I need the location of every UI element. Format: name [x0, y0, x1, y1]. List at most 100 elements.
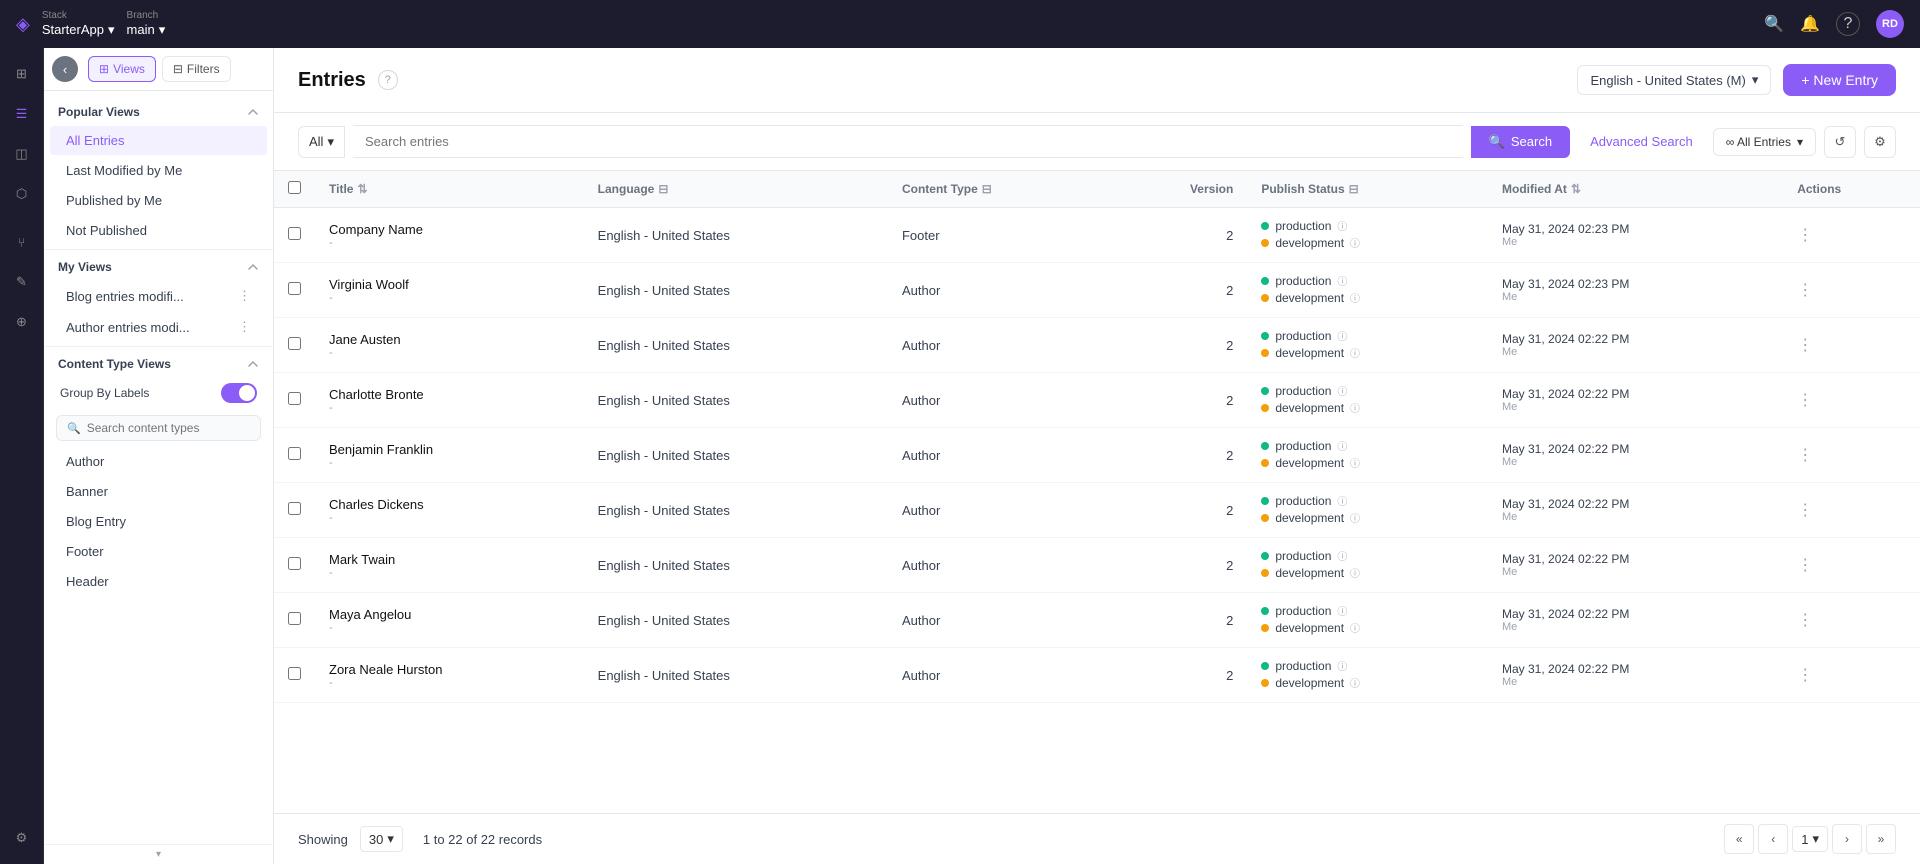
prev-page-button[interactable]: ‹: [1758, 824, 1788, 854]
current-page-display[interactable]: 1 ▾: [1792, 826, 1828, 852]
content-type-blog-entry[interactable]: Blog Entry: [50, 507, 267, 536]
content-type-banner[interactable]: Banner: [50, 477, 267, 506]
first-page-button[interactable]: «: [1724, 824, 1754, 854]
branch-name[interactable]: main ▾: [127, 22, 166, 38]
development-info-icon-6[interactable]: ⓘ: [1350, 565, 1360, 580]
my-view-item-2[interactable]: Author entries modi... ⋮: [50, 312, 267, 342]
filters-button[interactable]: ⊟ Filters: [162, 56, 231, 82]
views-button[interactable]: ⊞ Views: [88, 56, 156, 82]
search-input[interactable]: [353, 125, 1463, 158]
row-checkbox-7[interactable]: [288, 612, 301, 625]
sidebar-icon-edit[interactable]: ✎: [4, 264, 40, 300]
development-info-icon-2[interactable]: ⓘ: [1350, 345, 1360, 360]
entry-title-5[interactable]: Charles Dickens: [329, 497, 570, 512]
development-info-icon-3[interactable]: ⓘ: [1350, 400, 1360, 415]
row-checkbox-1[interactable]: [288, 282, 301, 295]
nav-item-last-modified[interactable]: Last Modified by Me: [50, 156, 267, 185]
content-type-header[interactable]: Header: [50, 567, 267, 596]
entry-title-8[interactable]: Zora Neale Hurston: [329, 662, 570, 677]
popular-views-section-header[interactable]: Popular Views: [44, 99, 273, 125]
content-type-filter-icon[interactable]: ⊟: [982, 182, 992, 196]
entry-title-3[interactable]: Charlotte Bronte: [329, 387, 570, 402]
row-action-menu-5[interactable]: ⋮: [1797, 502, 1813, 519]
sidebar-icon-plugin[interactable]: ⊕: [4, 304, 40, 340]
sidebar-icon-settings[interactable]: ⚙: [4, 820, 40, 856]
row-action-menu-8[interactable]: ⋮: [1797, 667, 1813, 684]
row-action-menu-4[interactable]: ⋮: [1797, 447, 1813, 464]
production-info-icon-7[interactable]: ⓘ: [1337, 603, 1347, 618]
row-action-menu-6[interactable]: ⋮: [1797, 557, 1813, 574]
row-action-menu-7[interactable]: ⋮: [1797, 612, 1813, 629]
row-checkbox-8[interactable]: [288, 667, 301, 680]
back-button[interactable]: ‹: [52, 56, 78, 82]
entry-title-1[interactable]: Virginia Woolf: [329, 277, 570, 292]
select-all-checkbox[interactable]: [288, 181, 301, 194]
development-info-icon-7[interactable]: ⓘ: [1350, 620, 1360, 635]
nav-item-published-by-me[interactable]: Published by Me: [50, 186, 267, 215]
sidebar-icon-branch[interactable]: ⑂: [4, 224, 40, 260]
production-info-icon-8[interactable]: ⓘ: [1337, 658, 1347, 673]
production-info-icon-1[interactable]: ⓘ: [1337, 273, 1347, 288]
row-action-menu-2[interactable]: ⋮: [1797, 337, 1813, 354]
row-checkbox-5[interactable]: [288, 502, 301, 515]
my-view-more-icon-1[interactable]: ⋮: [238, 288, 251, 304]
advanced-search-button[interactable]: Advanced Search: [1578, 127, 1705, 156]
all-entries-dropdown[interactable]: ∞ All Entries ▾: [1713, 128, 1816, 156]
modified-sort-icon[interactable]: ⇅: [1571, 182, 1581, 196]
development-info-icon-5[interactable]: ⓘ: [1350, 510, 1360, 525]
avatar[interactable]: RD: [1876, 10, 1904, 38]
bell-icon[interactable]: 🔔: [1800, 14, 1820, 34]
production-info-icon-3[interactable]: ⓘ: [1337, 383, 1347, 398]
row-action-menu-0[interactable]: ⋮: [1797, 227, 1813, 244]
search-filter-select[interactable]: All ▾: [298, 126, 345, 158]
development-info-icon-0[interactable]: ⓘ: [1350, 235, 1360, 250]
group-by-toggle[interactable]: [221, 383, 257, 403]
sidebar-icon-list[interactable]: ☰: [4, 96, 40, 132]
help-icon[interactable]: ?: [1836, 12, 1860, 36]
row-checkbox-0[interactable]: [288, 227, 301, 240]
next-page-button[interactable]: ›: [1832, 824, 1862, 854]
sidebar-icon-grid[interactable]: ⊞: [4, 56, 40, 92]
stack-name[interactable]: StarterApp ▾: [42, 22, 115, 38]
production-info-icon-2[interactable]: ⓘ: [1337, 328, 1347, 343]
entry-title-2[interactable]: Jane Austen: [329, 332, 570, 347]
row-action-menu-3[interactable]: ⋮: [1797, 392, 1813, 409]
my-view-item-1[interactable]: Blog entries modifi... ⋮: [50, 281, 267, 311]
sidebar-icon-shape[interactable]: ⬡: [4, 176, 40, 212]
title-sort-icon[interactable]: ⇅: [357, 182, 367, 196]
row-checkbox-6[interactable]: [288, 557, 301, 570]
row-checkbox-4[interactable]: [288, 447, 301, 460]
language-selector[interactable]: English - United States (M) ▾: [1577, 65, 1771, 95]
development-info-icon-8[interactable]: ⓘ: [1350, 675, 1360, 690]
content-type-author[interactable]: Author: [50, 447, 267, 476]
entry-title-4[interactable]: Benjamin Franklin: [329, 442, 570, 457]
development-info-icon-1[interactable]: ⓘ: [1350, 290, 1360, 305]
publish-status-filter-icon[interactable]: ⊟: [1349, 182, 1359, 196]
production-info-icon-4[interactable]: ⓘ: [1337, 438, 1347, 453]
language-filter-icon[interactable]: ⊟: [658, 182, 668, 196]
production-info-icon-5[interactable]: ⓘ: [1337, 493, 1347, 508]
my-view-more-icon-2[interactable]: ⋮: [238, 319, 251, 335]
entries-help-icon[interactable]: ?: [378, 70, 398, 90]
my-views-section-header[interactable]: My Views: [44, 254, 273, 280]
production-info-icon-6[interactable]: ⓘ: [1337, 548, 1347, 563]
sidebar-icon-layers[interactable]: ◫: [4, 136, 40, 172]
row-action-menu-1[interactable]: ⋮: [1797, 282, 1813, 299]
last-page-button[interactable]: »: [1866, 824, 1896, 854]
search-button[interactable]: 🔍 Search: [1471, 126, 1570, 158]
row-checkbox-2[interactable]: [288, 337, 301, 350]
new-entry-button[interactable]: + New Entry: [1783, 64, 1896, 96]
entry-title-7[interactable]: Maya Angelou: [329, 607, 570, 622]
nav-item-not-published[interactable]: Not Published: [50, 216, 267, 245]
nav-item-all-entries[interactable]: All Entries: [50, 126, 267, 155]
settings-button[interactable]: ⚙: [1864, 126, 1896, 158]
content-type-footer[interactable]: Footer: [50, 537, 267, 566]
entry-title-6[interactable]: Mark Twain: [329, 552, 570, 567]
search-content-types-input[interactable]: [87, 421, 250, 435]
entry-title-0[interactable]: Company Name: [329, 222, 570, 237]
row-checkbox-3[interactable]: [288, 392, 301, 405]
search-icon[interactable]: 🔍: [1764, 14, 1784, 34]
production-info-icon-0[interactable]: ⓘ: [1337, 218, 1347, 233]
development-info-icon-4[interactable]: ⓘ: [1350, 455, 1360, 470]
per-page-select[interactable]: 30 ▾: [360, 826, 403, 852]
